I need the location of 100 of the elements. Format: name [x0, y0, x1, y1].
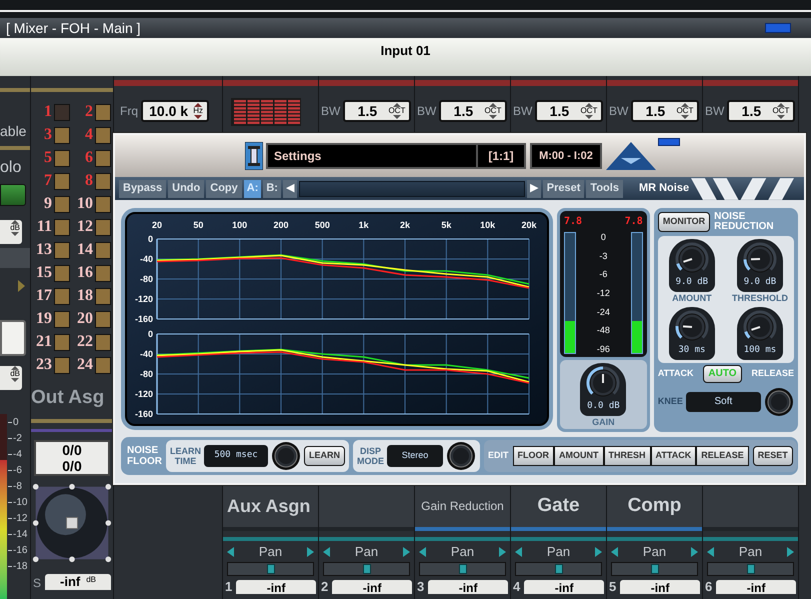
- panel-button[interactable]: RESET: [752, 446, 793, 466]
- panel-button[interactable]: MONITOR: [658, 212, 710, 232]
- level-field[interactable]: -inf: [620, 580, 700, 594]
- right-arrow-icon[interactable]: [18, 280, 25, 292]
- level-field[interactable]: -inf: [428, 580, 508, 594]
- assign-button[interactable]: [54, 264, 70, 282]
- up-arrow-icon[interactable]: [584, 103, 593, 107]
- assign-button[interactable]: [54, 126, 70, 144]
- down-arrow-icon[interactable]: [11, 378, 20, 382]
- assign-button[interactable]: [54, 218, 70, 236]
- arrow-button[interactable]: ▶: [526, 180, 541, 198]
- selector-knob[interactable]: [271, 441, 301, 471]
- up-arrow-icon[interactable]: [776, 103, 785, 107]
- assign-button[interactable]: [95, 172, 111, 190]
- down-arrow-icon[interactable]: [488, 115, 497, 119]
- pan-slider-track[interactable]: [227, 562, 314, 576]
- assign-button[interactable]: [95, 104, 111, 120]
- assign-button[interactable]: [95, 242, 111, 258]
- down-arrow-icon[interactable]: [776, 115, 785, 119]
- right-arrow-icon[interactable]: [594, 547, 602, 557]
- slider-thumb[interactable]: [458, 564, 466, 574]
- level-field[interactable]: -inf: [524, 580, 604, 594]
- frequency-field[interactable]: 10.0 k Hz: [141, 100, 209, 122]
- toolbar-button[interactable]: Tools: [586, 180, 623, 198]
- right-arrow-icon[interactable]: [306, 547, 314, 557]
- assign-button[interactable]: [95, 196, 111, 212]
- bandwidth-field[interactable]: 1.5 OCT: [535, 100, 604, 122]
- assign-button[interactable]: [54, 150, 70, 166]
- down-arrow-icon[interactable]: [680, 115, 689, 119]
- left-arrow-icon[interactable]: [419, 547, 426, 557]
- assign-button[interactable]: [54, 334, 70, 350]
- assign-button[interactable]: [95, 310, 111, 328]
- assign-button[interactable]: [95, 288, 111, 304]
- right-arrow-icon[interactable]: [690, 547, 698, 557]
- down-arrow-icon[interactable]: [392, 115, 401, 119]
- level-field[interactable]: -inf: [332, 580, 412, 594]
- pan-slider-track[interactable]: [515, 562, 602, 576]
- assign-button[interactable]: [95, 264, 111, 282]
- slider-thumb[interactable]: [746, 564, 754, 574]
- right-arrow-icon[interactable]: [498, 547, 506, 557]
- right-arrow-icon[interactable]: [402, 547, 410, 557]
- assign-button[interactable]: [54, 242, 70, 258]
- right-arrow-icon[interactable]: [786, 547, 794, 557]
- slider-thumb[interactable]: [650, 564, 658, 574]
- fader-track[interactable]: [0, 248, 30, 268]
- routing-display[interactable]: 0/0 0/0: [34, 440, 110, 476]
- slider-thumb[interactable]: [554, 564, 562, 574]
- up-arrow-icon[interactable]: [392, 103, 401, 107]
- assign-button[interactable]: [54, 172, 70, 190]
- assign-button[interactable]: [54, 196, 70, 212]
- assign-button[interactable]: [95, 356, 111, 374]
- selector-knob[interactable]: [764, 386, 794, 416]
- assign-button[interactable]: [54, 288, 70, 304]
- pan-slider-track[interactable]: [419, 562, 506, 576]
- selector-knob[interactable]: [446, 441, 476, 471]
- toolbar-button[interactable]: Preset: [542, 180, 584, 198]
- bandwidth-field[interactable]: 1.5 OCT: [343, 100, 412, 122]
- assign-button[interactable]: [95, 150, 111, 166]
- up-arrow-icon[interactable]: [488, 103, 497, 107]
- assign-button[interactable]: [54, 356, 70, 374]
- down-arrow-icon[interactable]: [11, 232, 20, 236]
- up-arrow-icon[interactable]: [680, 103, 689, 107]
- down-arrow-icon[interactable]: [584, 115, 593, 119]
- toolbar-button[interactable]: Bypass: [119, 180, 166, 198]
- bus-number: 17: [35, 286, 52, 306]
- bandwidth-field[interactable]: 1.5 OCT: [727, 100, 796, 122]
- up-arrow-icon[interactable]: [11, 220, 20, 224]
- compare-button[interactable]: B:: [263, 180, 281, 198]
- left-arrow-icon[interactable]: [707, 547, 714, 557]
- left-arrow-icon[interactable]: [323, 547, 330, 557]
- assign-button[interactable]: [95, 126, 111, 144]
- level-field[interactable]: -inf: [236, 580, 316, 594]
- up-arrow-icon[interactable]: [194, 103, 202, 107]
- panel-button[interactable]: LEARN: [304, 446, 345, 466]
- pan-slider-track[interactable]: [611, 562, 698, 576]
- left-arrow-icon[interactable]: [227, 547, 234, 557]
- arrow-button[interactable]: ◀: [282, 180, 297, 198]
- trim-field[interactable]: dB: [0, 366, 22, 390]
- preset-display[interactable]: Settings [1:1]: [266, 143, 526, 169]
- down-arrow-icon[interactable]: [194, 115, 202, 119]
- send-field[interactable]: -inf dB: [45, 574, 111, 590]
- plug-icon[interactable]: [245, 142, 263, 170]
- slider-thumb[interactable]: [362, 564, 370, 574]
- slider-thumb[interactable]: [266, 564, 274, 574]
- left-arrow-icon[interactable]: [515, 547, 522, 557]
- assign-button[interactable]: [95, 334, 111, 350]
- assign-button[interactable]: [95, 218, 111, 236]
- left-arrow-icon[interactable]: [611, 547, 618, 557]
- up-arrow-icon[interactable]: [11, 366, 20, 370]
- solo-button[interactable]: [0, 184, 26, 206]
- toolbar-button[interactable]: Copy: [206, 180, 242, 198]
- bandwidth-field[interactable]: 1.5 OCT: [439, 100, 508, 122]
- level-field[interactable]: -inf: [716, 580, 796, 594]
- pan-slider-track[interactable]: [707, 562, 794, 576]
- pan-slider-track[interactable]: [323, 562, 410, 576]
- assign-button[interactable]: [54, 310, 70, 328]
- gain-field[interactable]: dB: [0, 220, 22, 244]
- preset-scrollbar[interactable]: [298, 180, 525, 196]
- bandwidth-field[interactable]: 1.5 OCT: [631, 100, 700, 122]
- toolbar-button[interactable]: Undo: [168, 180, 204, 198]
